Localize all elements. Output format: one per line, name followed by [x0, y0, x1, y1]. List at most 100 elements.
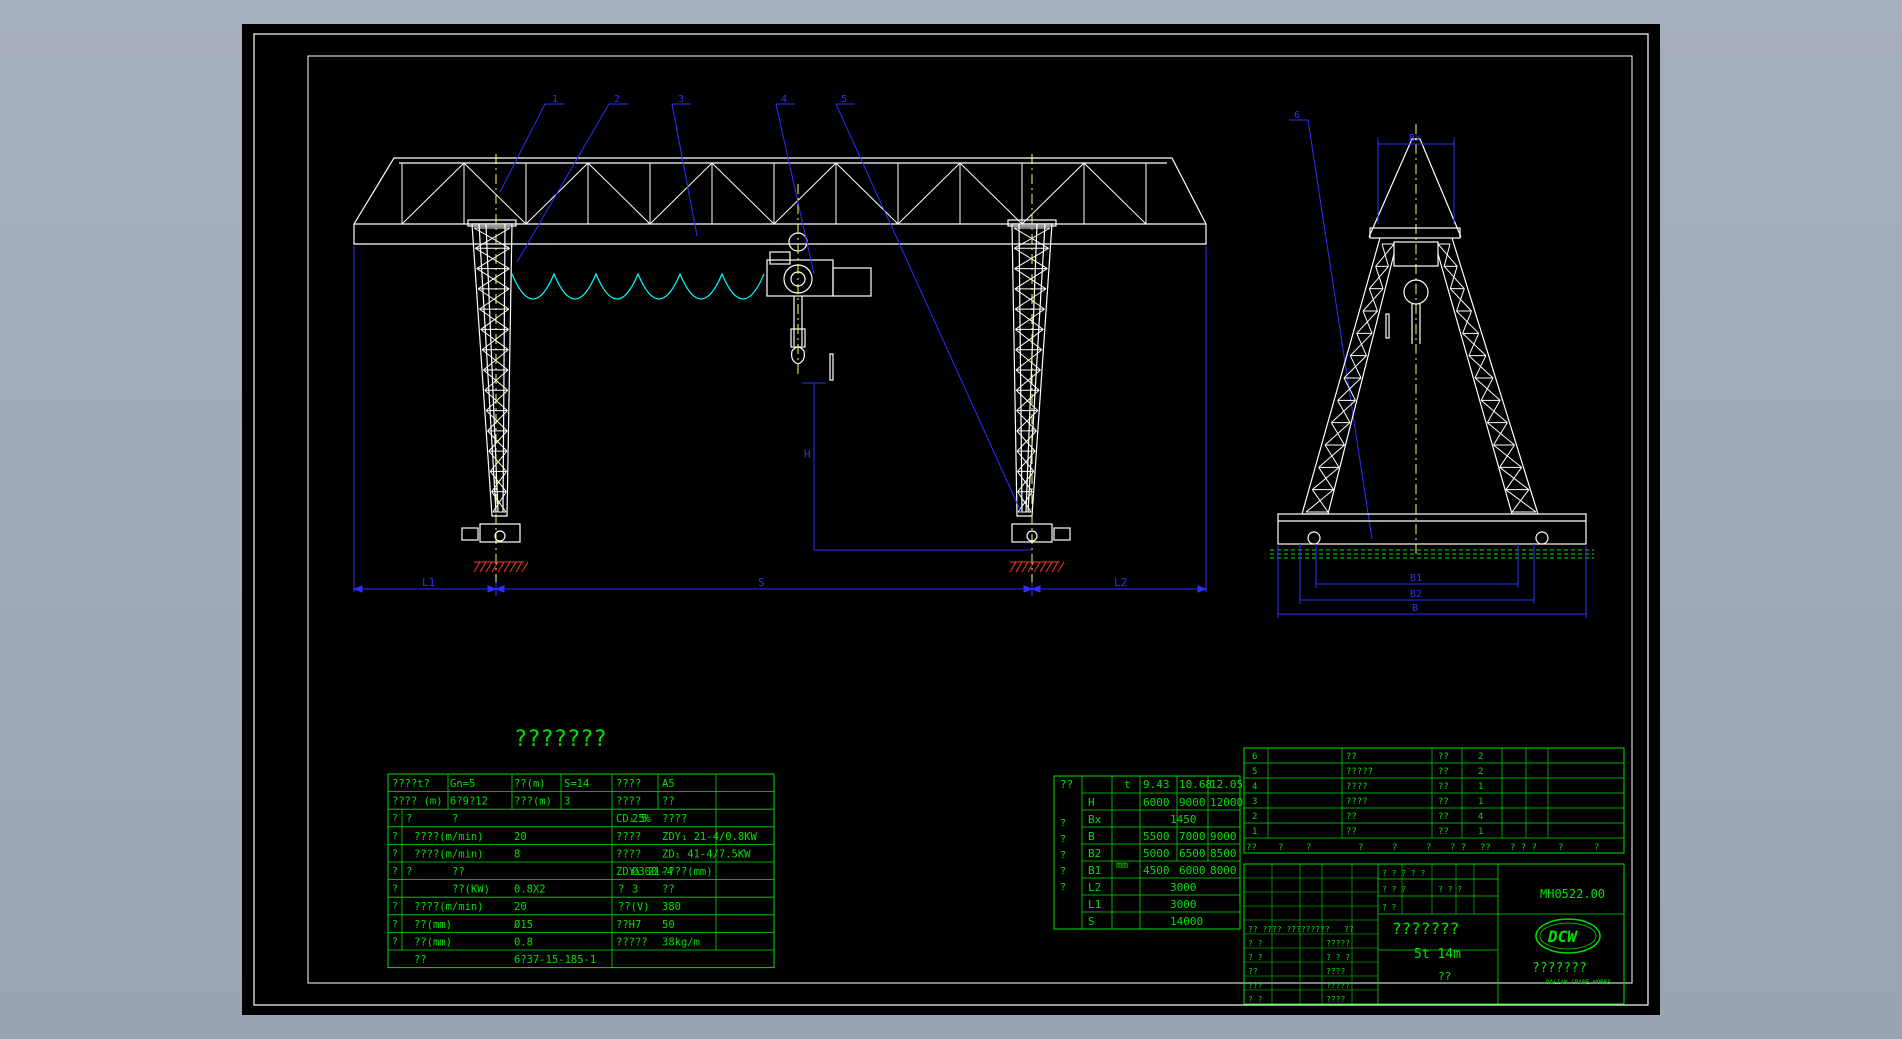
dimtable-val-4-1: 6000	[1179, 864, 1206, 877]
param-r0-c5: A5	[662, 778, 675, 790]
dimtable-val-1: 1450	[1170, 813, 1197, 826]
tb-val-4: ????	[1326, 995, 1345, 1004]
dimtable-val-0-1: 9000	[1179, 796, 1206, 809]
front-dimensions	[352, 246, 1208, 596]
parts-header-4: ?	[1392, 843, 1397, 853]
dimtable-sym-5: L2	[1088, 881, 1101, 894]
dimtable-side-4: ?	[1060, 882, 1066, 893]
electric-hoist[interactable]	[766, 232, 872, 381]
balloon-4: 4	[781, 94, 787, 105]
side-wheel-right	[1535, 531, 1549, 545]
param-r4-c2: ????	[616, 848, 641, 860]
drawing-canvas[interactable]: L1 S L2 H 1 2 3 4 5 6 Bx B1 B2 B ???????…	[242, 24, 1660, 1015]
part-qty-2: 1	[1478, 782, 1483, 792]
parts-header-1: ?	[1278, 843, 1283, 853]
balloon-3: 3	[678, 94, 684, 105]
dimtable-head-4: 12.05	[1210, 778, 1243, 791]
param-r1-c2: ???(m)	[514, 796, 552, 808]
left-end-carriage	[461, 523, 521, 543]
dim-l1: L1	[422, 576, 435, 589]
dimtable-val-4-0: 4500	[1143, 864, 1170, 877]
param-r8-c0: ??(mm)	[414, 919, 452, 931]
tb-mid-1: ?? ??	[1272, 925, 1296, 934]
company-logo: DCW	[1535, 918, 1601, 954]
tb-mid-0: ?? ??	[1248, 925, 1272, 934]
part-name-2: ????	[1346, 782, 1368, 792]
dimtable-sym-6: L1	[1088, 898, 1101, 911]
tb-mid-3: ??	[1320, 925, 1330, 934]
param-r0-c2: ??(m)	[514, 778, 546, 790]
tb-val-3: ?????	[1326, 981, 1350, 990]
dimtable-val-3-1: 6500	[1179, 847, 1206, 860]
dimtable-val-5: 3000	[1170, 881, 1197, 894]
tb-stage: ? ? ? ? ?	[1382, 869, 1426, 878]
dim-b1: B1	[1410, 573, 1422, 584]
cad-viewer: L1 S L2 H 1 2 3 4 5 6 Bx B1 B2 B ???????…	[0, 0, 1902, 1039]
part-material-4: ??	[1438, 812, 1449, 822]
dimtable-head-1: t	[1124, 778, 1131, 791]
parts-header-10: ?	[1594, 843, 1599, 853]
dimtable-sym-4: B1	[1088, 864, 1101, 877]
part-no-3: 3	[1252, 797, 1257, 807]
param-side-4: ?	[392, 884, 398, 895]
tb-left-2: ??	[1248, 967, 1258, 976]
part-no-5: 1	[1252, 827, 1257, 837]
param-side-5: ?	[392, 901, 398, 912]
main-title: ???????	[514, 727, 607, 752]
param-r2-c3: ????	[662, 813, 687, 825]
param-r4-c0: ????(m/min)	[414, 848, 484, 860]
dimension-table[interactable]: ?? t 9.43 10.6812.05 H 6000 9000 12000 Bx 1450 B 55…	[1053, 775, 1243, 930]
part-name-0: ??	[1346, 752, 1357, 762]
part-material-1: ??	[1438, 767, 1449, 777]
part-material-0: ??	[1438, 752, 1449, 762]
dim-height: H	[804, 448, 811, 461]
param-r7-c1: 20	[514, 901, 527, 913]
dimtable-val-6: 3000	[1170, 898, 1197, 911]
tb-mid-4: ??	[1344, 925, 1354, 934]
param-r6-c4: 3	[632, 884, 638, 896]
param-r7-c2: ??(V)	[618, 901, 650, 913]
center-lines	[495, 154, 1033, 596]
svg-text:DCW: DCW	[1547, 927, 1578, 946]
part-material-2: ??	[1438, 782, 1449, 792]
side-dimensions	[1277, 138, 1587, 618]
param-r0-c4: ????	[616, 778, 641, 790]
parts-header-5: ?	[1426, 843, 1431, 853]
tb-ratio: ? ? ?	[1438, 885, 1462, 894]
side-view[interactable]	[1277, 138, 1587, 545]
param-r2-c0: ?	[406, 813, 412, 825]
param-r0-c0: ????t?	[392, 778, 430, 790]
dimtable-side-1: ?	[1060, 834, 1066, 845]
param-r7-c0: ????(m/min)	[414, 901, 484, 913]
parameter-table[interactable]: ????t? Gn=5 ??(m) S=14???? A5 ???? (m) 6?9?12?…	[387, 773, 775, 969]
parts-header-6: ? ?	[1450, 843, 1466, 853]
front-view[interactable]	[353, 157, 1207, 543]
inner-border	[307, 55, 1633, 984]
drawing-sheet[interactable]: L1 S L2 H 1 2 3 4 5 6 Bx B1 B2 B ???????…	[242, 24, 1660, 1015]
part-name-5: ??	[1346, 827, 1357, 837]
param-r5-c3: ????(mm)	[662, 866, 713, 878]
parts-header-0: ??	[1246, 843, 1257, 853]
param-r9-c1: 0.8	[514, 936, 533, 948]
param-r3-c3: ZDY₁ 21-4/0.8KW	[662, 831, 758, 843]
balloon-6: 6	[1294, 110, 1300, 121]
dimtable-side-3: ?	[1060, 866, 1066, 877]
param-r5-c4: Ø300	[632, 866, 657, 878]
tb-mid-2: ?????	[1296, 925, 1320, 934]
dimtable-sym-2: B	[1088, 830, 1095, 843]
balloon-2: 2	[614, 94, 620, 105]
param-r10-c0: ??	[414, 954, 427, 966]
parts-frame	[1243, 747, 1625, 854]
param-r3-c1: 20	[514, 831, 527, 843]
param-side-3: ?	[392, 866, 398, 877]
param-r0-c1: Gn=5	[450, 778, 475, 790]
part-material-3: ??	[1438, 797, 1449, 807]
param-r9-c2: ?????	[616, 936, 648, 948]
param-r10-c1: 6?37-15-185-1	[514, 954, 596, 966]
dimtable-val-2-1: 7000	[1179, 830, 1206, 843]
dimtable-sym-3: B2	[1088, 847, 1101, 860]
dimtable-val-7: 14000	[1170, 915, 1203, 928]
dimtable-unit: mm	[1116, 860, 1128, 871]
param-r9-c3: 38kg/m	[662, 936, 700, 948]
parts-list[interactable]: 6???? 25??????? 24?????? 13?????? 12???? 41??…	[1243, 747, 1625, 854]
